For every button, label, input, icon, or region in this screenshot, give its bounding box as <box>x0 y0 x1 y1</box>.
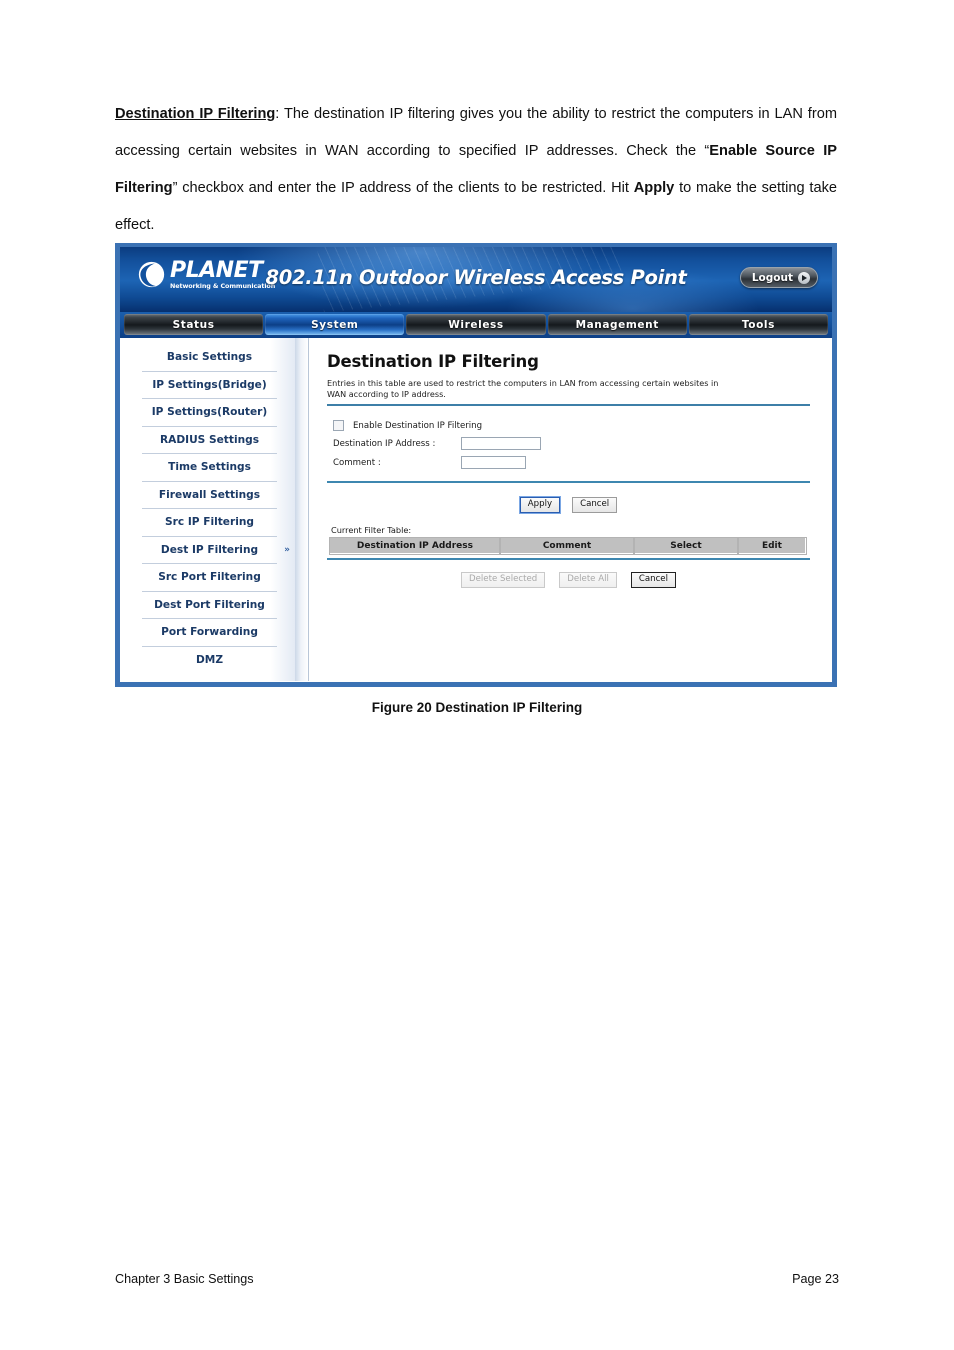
delete-all-button[interactable]: Delete All <box>559 572 617 588</box>
apply-button[interactable]: Apply <box>519 497 561 513</box>
paragraph-text-2: ” checkbox and enter the IP address of t… <box>172 180 634 196</box>
sidebar-item-basic-settings[interactable]: Basic Settings <box>142 344 277 372</box>
destination-ip-address-input[interactable] <box>461 437 541 450</box>
tab-management[interactable]: Management <box>547 314 687 335</box>
logout-button[interactable]: Logout <box>739 267 818 288</box>
filter-form: Enable Destination IP Filtering Destinat… <box>327 406 810 481</box>
sidebar-item-time-settings[interactable]: Time Settings <box>142 454 277 482</box>
sidebar-item-src-port-filtering[interactable]: Src Port Filtering <box>142 564 277 592</box>
page-footer: Chapter 3 Basic Settings Page 23 <box>115 1272 839 1286</box>
tab-wireless[interactable]: Wireless <box>406 314 546 335</box>
arrow-right-icon <box>798 271 810 284</box>
sidebar-item-port-forwarding[interactable]: Port Forwarding <box>142 619 277 647</box>
page-title: Destination IP Filtering <box>327 352 539 371</box>
tab-status[interactable]: Status <box>124 314 264 335</box>
enable-destination-ip-filtering-checkbox[interactable] <box>333 420 344 431</box>
paragraph-bold-2: Apply <box>633 180 675 196</box>
sidebar-item-label: Dest IP Filtering <box>160 543 259 556</box>
intro-paragraph: Destination IP Filtering: The destinatio… <box>115 96 837 244</box>
enable-filtering-row: Enable Destination IP Filtering <box>333 420 810 431</box>
logout-button-label: Logout <box>751 271 793 284</box>
table-header-row: Destination IP Address Comment Select Ed… <box>328 536 807 555</box>
column-header-destination-ip: Destination IP Address <box>328 536 502 555</box>
sidebar-item-dest-port-filtering[interactable]: Dest Port Filtering <box>142 592 277 619</box>
ui-banner: PLANET Networking & Communication 802.11… <box>120 247 832 312</box>
comment-input[interactable] <box>461 456 526 469</box>
sidebar-item-ip-settings-bridge[interactable]: IP Settings(Bridge) <box>142 372 277 399</box>
sidebar-menu: Basic Settings IP Settings(Bridge) IP Se… <box>120 338 295 681</box>
sidebar-item-firewall-settings[interactable]: Firewall Settings <box>142 482 277 509</box>
router-admin-screenshot: PLANET Networking & Communication 802.11… <box>115 243 837 687</box>
ui-body: Basic Settings IP Settings(Bridge) IP Se… <box>120 338 832 681</box>
document-body: Destination IP Filtering: The destinatio… <box>115 96 837 244</box>
paragraph-lead-term: Destination IP Filtering <box>115 106 276 122</box>
column-header-comment: Comment <box>499 536 635 555</box>
sidebar-divider <box>295 338 309 681</box>
sidebar-item-src-ip-filtering[interactable]: Src IP Filtering <box>142 509 277 537</box>
destination-ip-address-row: Destination IP Address : <box>333 437 810 450</box>
sidebar-item-dest-ip-filtering[interactable]: Dest IP Filtering » <box>142 537 290 564</box>
footer-chapter: Chapter 3 Basic Settings <box>115 1272 254 1286</box>
filter-table-wrap: Current Filter Table: Destination IP Add… <box>327 525 810 555</box>
comment-row: Comment : <box>333 456 810 469</box>
current-filter-table-caption: Current Filter Table: <box>331 525 412 535</box>
sidebar-item-dmz[interactable]: DMZ <box>142 647 277 675</box>
column-header-select: Select <box>632 536 740 555</box>
figure-caption: Figure 20 Destination IP Filtering <box>371 700 583 715</box>
destination-ip-address-label: Destination IP Address : <box>333 438 436 449</box>
footer-page-number: Page 23 <box>792 1272 839 1286</box>
form-action-buttons: Apply Cancel <box>327 483 810 525</box>
content-panel: Destination IP Filtering Entries in this… <box>309 338 832 681</box>
sidebar-item-ip-settings-router[interactable]: IP Settings(Router) <box>142 399 277 427</box>
tab-system[interactable]: System <box>265 314 405 335</box>
sidebar-item-radius-settings[interactable]: RADIUS Settings <box>142 427 277 454</box>
table-action-buttons: Delete Selected Delete All Cancel <box>327 560 810 588</box>
tab-tools[interactable]: Tools <box>688 314 829 335</box>
column-header-edit: Edit <box>737 536 807 555</box>
banner-product-title: 802.11n Outdoor Wireless Access Point <box>265 266 687 289</box>
delete-selected-button[interactable]: Delete Selected <box>461 572 546 588</box>
cancel-button[interactable]: Cancel <box>572 497 618 513</box>
active-marker-icon: » <box>284 544 290 555</box>
main-nav-tabs: Status System Wireless Management Tools <box>120 312 832 338</box>
table-cancel-button[interactable]: Cancel <box>630 572 676 588</box>
page-description: Entries in this table are used to restri… <box>327 378 719 399</box>
comment-label: Comment : <box>333 457 381 468</box>
current-filter-table: Destination IP Address Comment Select Ed… <box>328 536 807 555</box>
enable-destination-ip-filtering-label: Enable Destination IP Filtering <box>353 420 483 431</box>
